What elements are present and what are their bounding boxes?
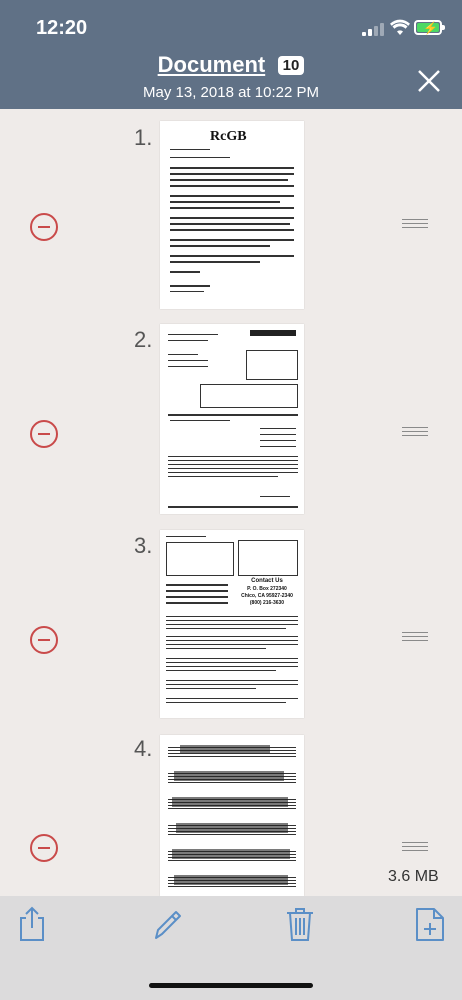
wifi-icon [390, 19, 410, 35]
battery-icon: ⚡ [414, 20, 445, 35]
page-number: 3. [134, 533, 153, 558]
add-page-icon[interactable] [414, 906, 446, 942]
page-number: 2. [134, 327, 153, 352]
page-number: 1. [134, 125, 153, 150]
file-size-label: 3.6 MB [388, 868, 439, 885]
status-bar: 12:20 ⚡ [0, 0, 462, 50]
page-thumbnail[interactable] [160, 324, 304, 514]
contact-title: Contact Us [251, 578, 283, 584]
cellular-signal-icon [362, 22, 384, 36]
contact-phone: (800) 216-3630 [249, 600, 285, 606]
page-thumbnail[interactable]: Contact Us P. O. Box 272340 Chico, CA 95… [160, 530, 304, 718]
page-number: 4. [134, 736, 153, 761]
close-icon[interactable] [416, 68, 442, 94]
page-thumbnail[interactable]: RcGB [160, 121, 304, 309]
contact-address: P. O. Box 272340 [247, 586, 287, 592]
remove-page-button[interactable] [30, 420, 58, 448]
document-title[interactable]: Document [158, 52, 266, 78]
drag-handle[interactable] [402, 219, 428, 231]
remove-page-button[interactable] [30, 213, 58, 241]
drag-handle[interactable] [402, 842, 428, 854]
page-thumbnail[interactable] [160, 735, 304, 896]
drag-handle[interactable] [402, 427, 428, 439]
document-date: May 13, 2018 at 10:22 PM [143, 84, 319, 101]
title-row: Document 10 [0, 52, 462, 80]
home-indicator[interactable] [149, 983, 313, 988]
contact-city: Chico, CA 95927-2340 [241, 593, 293, 599]
page-item-2[interactable]: 2. [0, 319, 462, 521]
remove-page-button[interactable] [30, 834, 58, 862]
drag-handle[interactable] [402, 632, 428, 644]
page-count-badge: 10 [277, 55, 305, 75]
remove-page-button[interactable] [30, 626, 58, 654]
status-time: 12:20 [36, 17, 88, 39]
header: 12:20 ⚡ Document 10 May 13, 2018 at 10:2… [0, 0, 462, 109]
page-item-1[interactable]: 1. RcGB [0, 109, 462, 319]
page-item-3[interactable]: 3. Contact Us P. O. Box 272340 Chico, CA… [0, 521, 462, 726]
letterhead-logo: RcGB [210, 129, 247, 144]
share-icon[interactable] [16, 906, 48, 942]
edit-icon[interactable] [150, 906, 182, 942]
trash-icon[interactable] [284, 906, 316, 942]
